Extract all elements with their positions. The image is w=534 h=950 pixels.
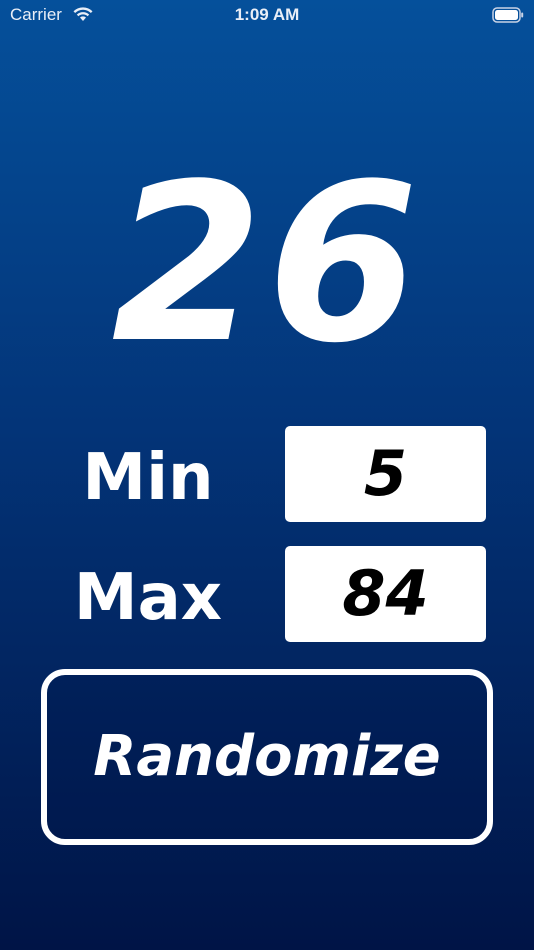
battery-icon bbox=[492, 7, 524, 23]
random-result: 26 bbox=[111, 138, 423, 391]
max-label: Max bbox=[73, 561, 223, 635]
randomize-button[interactable]: Randomize bbox=[41, 669, 493, 845]
status-time: 1:09 AM bbox=[234, 5, 300, 24]
min-field[interactable]: 5 bbox=[285, 426, 486, 522]
status-bar: Carrier 1:09 AM bbox=[0, 0, 534, 30]
min-label: Min bbox=[82, 441, 214, 515]
max-field[interactable]: 84 bbox=[285, 546, 486, 642]
